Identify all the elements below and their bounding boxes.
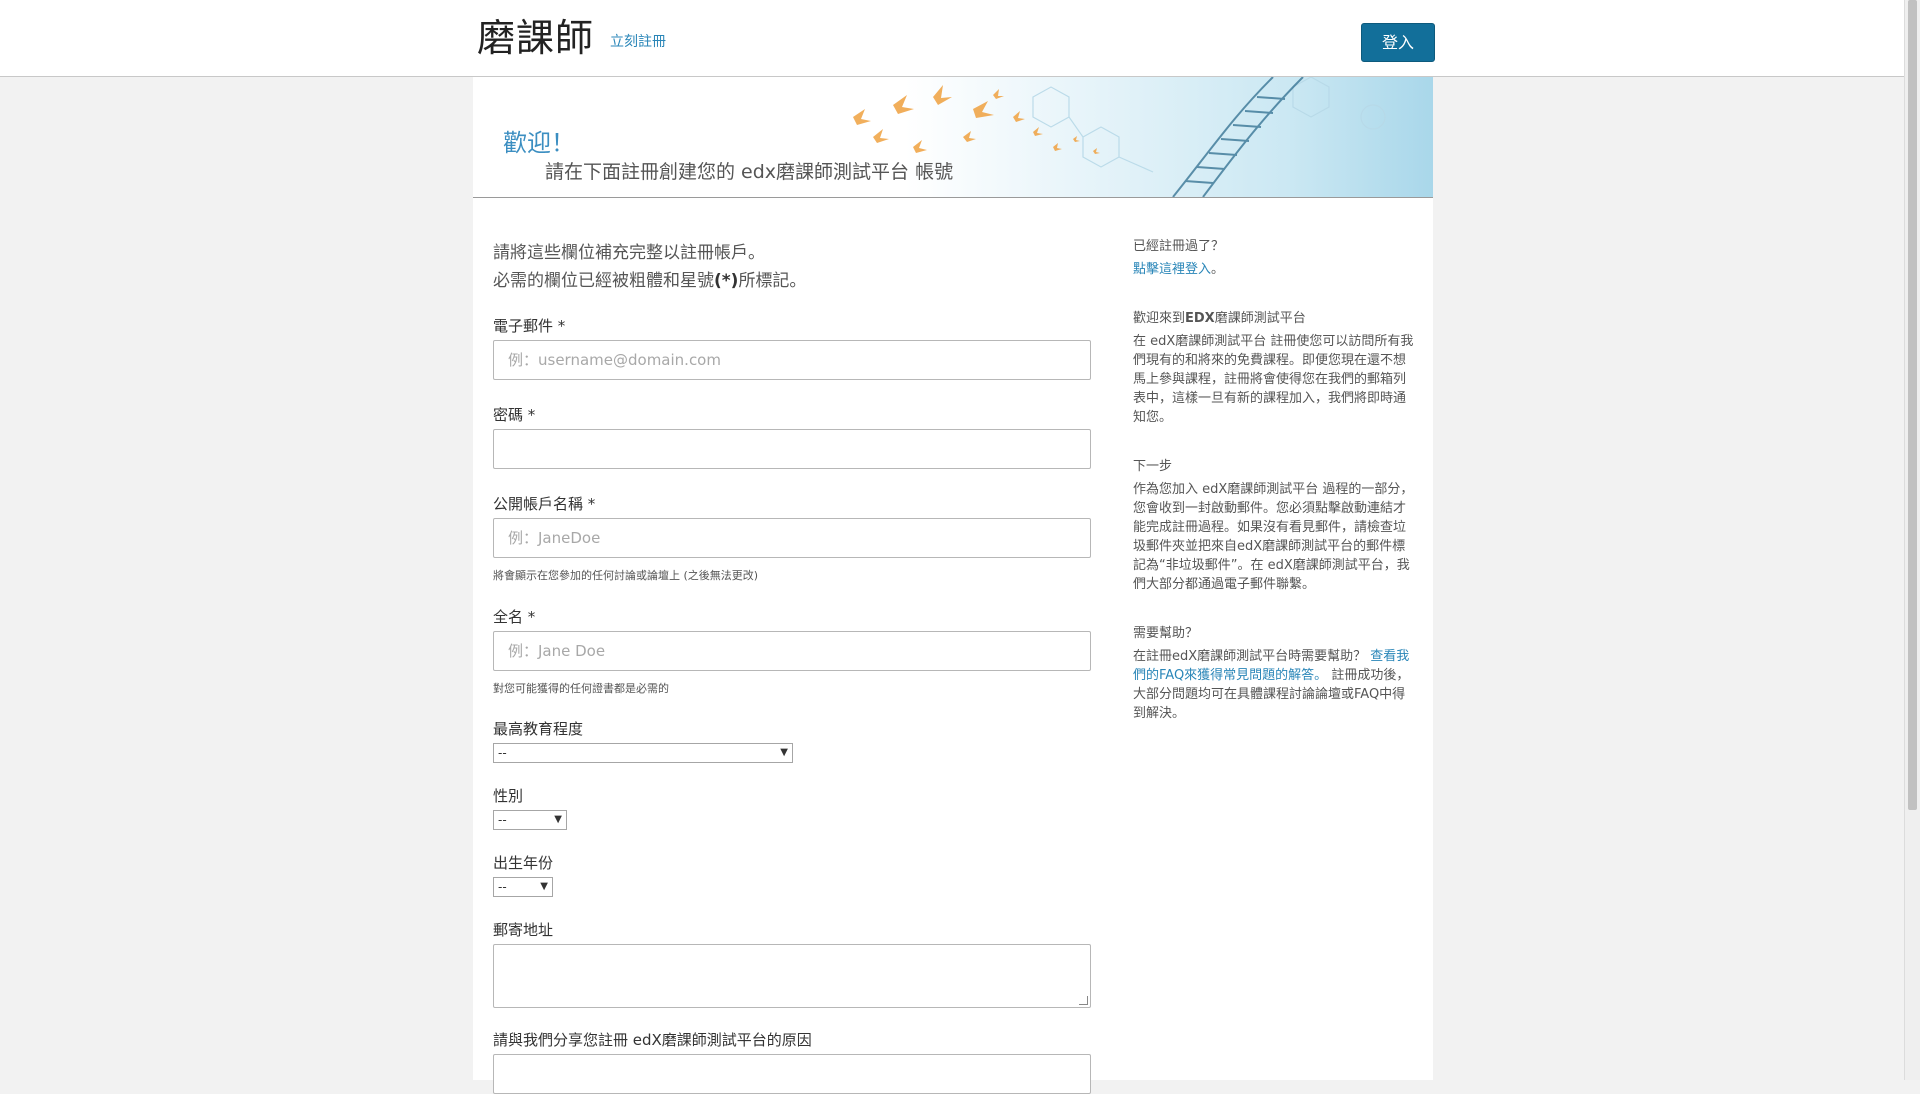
resize-grip-icon[interactable] [1079, 996, 1088, 1005]
goals-label: 請與我們分享您註冊 edX磨課師測試平台的原因 [493, 1031, 812, 1049]
next-steps-section: 下一步 作為您加入 edX磨課師測試平台 過程的一部分，您會收到一封啟動郵件。您… [1133, 457, 1418, 594]
fullname-input[interactable] [493, 631, 1091, 671]
password-label: 密碼 * [493, 406, 536, 424]
birth-year-label: 出生年份 [493, 854, 554, 872]
username-input[interactable] [493, 518, 1091, 558]
birth-year-selected-value: -- [498, 880, 507, 894]
scrollbar-thumb[interactable] [1908, 0, 1917, 810]
mailing-address-textarea[interactable] [493, 944, 1091, 1008]
welcome-subtitle: 請在下面註冊創建您的 edx磨課師測試平台 帳號 [545, 161, 954, 183]
need-help-body: 在註冊edX磨課師測試平台時需要幫助？ 查看我們的FAQ來獲得常見問題的解答。 … [1133, 649, 1410, 721]
site-logo[interactable]: 磨課師 [477, 14, 594, 62]
already-registered-title: 已經註冊過了？ [1133, 239, 1225, 254]
next-steps-title: 下一步 [1133, 459, 1173, 474]
fullname-label: 全名 * [493, 608, 536, 626]
dropdown-arrow-icon: ▼ [554, 814, 562, 825]
welcome-info-body: 在 edX磨課師測試平台 註冊使您可以訪問所有我們現有的和將來的免費課程。即便您… [1133, 334, 1414, 425]
registration-container: 歡迎！ 請在下面註冊創建您的 edx磨課師測試平台 帳號 請將這些欄位補充完整以… [473, 77, 1433, 1094]
welcome-info-title: 歡迎來到EDX磨課師測試平台 [1133, 311, 1306, 326]
already-registered-section: 已經註冊過了？ 點擊這裡登入。 [1133, 237, 1418, 279]
mailing-address-label: 郵寄地址 [493, 921, 554, 939]
username-hint: 將會顯示在您參加的任何討論或論壇上 (之後無法更改) [493, 569, 759, 582]
education-select[interactable]: -- ▼ [493, 743, 793, 763]
welcome-banner: 歡迎！ 請在下面註冊創建您的 edx磨課師測試平台 帳號 [473, 77, 1433, 198]
need-help-title: 需要幫助？ [1133, 626, 1199, 641]
instructions-line-1: 請將這些欄位補充完整以註冊帳戶。 [493, 243, 765, 263]
password-input[interactable] [493, 429, 1091, 469]
gender-label: 性別 [493, 787, 524, 805]
welcome-heading: 歡迎！ [503, 129, 575, 157]
welcome-info-section: 歡迎來到EDX磨課師測試平台 在 edX磨課師測試平台 註冊使您可以訪問所有我們… [1133, 309, 1418, 427]
help-sidebar: 已經註冊過了？ 點擊這裡登入。 歡迎來到EDX磨課師測試平台 在 edX磨課師測… [1133, 237, 1418, 753]
gender-select[interactable]: -- ▼ [493, 810, 567, 830]
top-navigation-bar: 磨課師 立刻註冊 登入 [0, 0, 1904, 77]
need-help-section: 需要幫助？ 在註冊edX磨課師測試平台時需要幫助？ 查看我們的FAQ來獲得常見問… [1133, 624, 1418, 723]
login-button[interactable]: 登入 [1361, 23, 1435, 62]
email-input[interactable] [493, 340, 1091, 380]
education-selected-value: -- [498, 746, 507, 760]
vertical-scrollbar[interactable] [1904, 0, 1920, 1080]
instructions-line-2: 必需的欄位已經被粗體和星號(*)所標記。 [493, 271, 807, 291]
username-label: 公開帳戶名稱 * [493, 495, 596, 513]
gender-selected-value: -- [498, 813, 507, 827]
education-label: 最高教育程度 [493, 720, 584, 738]
birth-year-select[interactable]: -- ▼ [493, 877, 553, 897]
dropdown-arrow-icon: ▼ [540, 881, 548, 892]
dropdown-arrow-icon: ▼ [780, 747, 788, 758]
register-now-link[interactable]: 立刻註冊 [610, 31, 666, 51]
goals-textarea[interactable] [493, 1054, 1091, 1094]
email-label: 電子郵件 * [493, 317, 566, 335]
form-instructions: 請將這些欄位補充完整以註冊帳戶。 必需的欄位已經被粗體和星號(*)所標記。 [493, 239, 806, 295]
sign-in-here-link[interactable]: 點擊這裡登入 [1133, 262, 1211, 277]
fullname-hint: 對您可能獲得的任何證書都是必需的 [493, 682, 669, 695]
next-steps-body: 作為您加入 edX磨課師測試平台 過程的一部分，您會收到一封啟動郵件。您必須點擊… [1133, 482, 1414, 592]
